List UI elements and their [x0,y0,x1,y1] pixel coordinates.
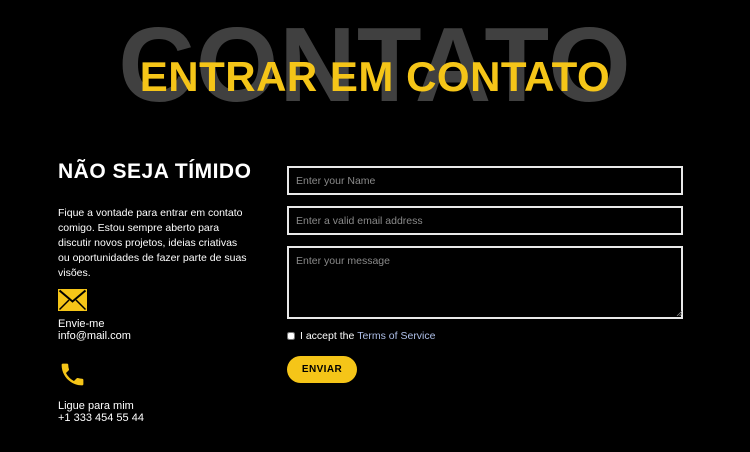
terms-row: I accept the Terms of Service [287,330,435,342]
section-description: Fique a vontade para entrar em contato c… [58,207,247,279]
phone-icon [58,360,87,394]
phone-value: +1 333 454 55 44 [58,412,144,424]
resize-grip-icon[interactable] [676,310,682,316]
email-value: info@mail.com [58,330,131,342]
envelope-icon [58,289,87,316]
email-input[interactable] [287,206,683,235]
terms-checkbox[interactable] [287,332,295,340]
terms-link[interactable]: Terms of Service [357,330,435,342]
page-title: ENTRAR EM CONTATO [139,53,611,100]
submit-button[interactable]: ENVIAR [287,356,357,383]
terms-text: I accept the [300,330,355,342]
contact-info-section: NÃO SEJA TÍMIDO Fique a vontade para ent… [58,160,258,281]
message-input[interactable] [287,246,683,319]
name-input[interactable] [287,166,683,195]
section-heading: NÃO SEJA TÍMIDO [58,160,252,183]
